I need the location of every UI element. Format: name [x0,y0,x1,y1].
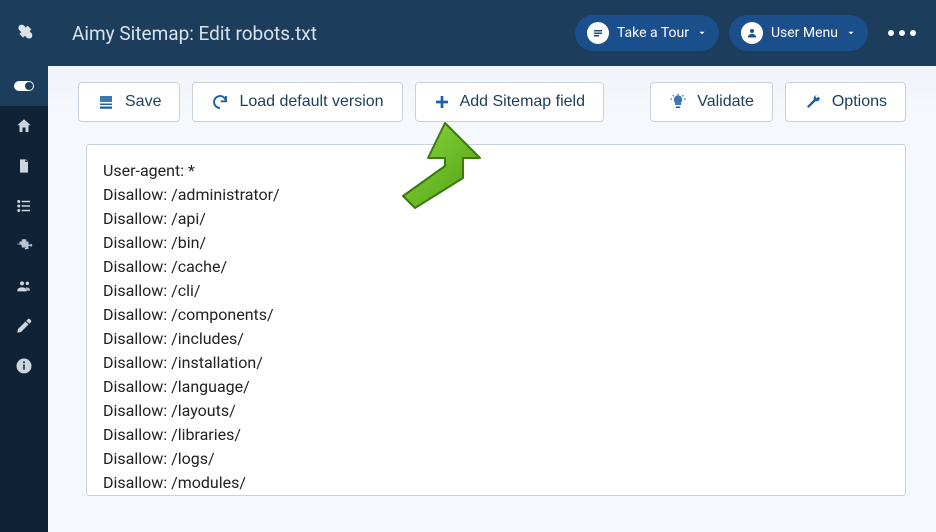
header-bar: Aimy Sitemap: Edit robots.txt Take a Tou… [0,0,936,66]
take-tour-button[interactable]: Take a Tour [575,15,719,51]
lightbulb-icon [669,93,687,111]
load-default-label: Load default version [239,93,383,111]
sidebar-item-system[interactable] [0,306,48,346]
take-tour-label: Take a Tour [617,25,689,41]
sidebar [0,66,48,532]
joomla-logo [0,0,48,66]
refresh-icon [211,93,229,111]
save-button[interactable]: Save [78,82,180,122]
more-menu-button[interactable] [888,30,916,36]
sidebar-item-menus[interactable] [0,186,48,226]
add-sitemap-button[interactable]: Add Sitemap field [415,82,604,122]
options-button[interactable]: Options [785,82,906,122]
sidebar-item-content[interactable] [0,146,48,186]
add-sitemap-label: Add Sitemap field [460,93,585,111]
chevron-down-icon [697,28,707,38]
content-area [48,144,936,520]
toolbar: Save Load default version Add Sitemap fi… [48,66,936,144]
plus-icon [434,94,450,110]
validate-button[interactable]: Validate [650,82,773,122]
tour-icon [587,22,609,44]
user-icon [741,22,763,44]
sidebar-item-users[interactable] [0,266,48,306]
sidebar-item-components[interactable] [0,226,48,266]
save-label: Save [125,93,161,111]
load-default-button[interactable]: Load default version [192,82,402,122]
main-area: Save Load default version Add Sitemap fi… [48,66,936,532]
wrench-icon [804,93,822,111]
sidebar-toggle[interactable] [0,66,48,106]
page-title: Aimy Sitemap: Edit robots.txt [72,22,565,45]
chevron-down-icon [846,28,856,38]
robots-txt-editor[interactable] [86,144,906,496]
validate-label: Validate [697,93,754,111]
user-menu-label: User Menu [771,25,838,41]
save-icon [97,93,115,111]
options-label: Options [832,93,887,111]
sidebar-item-home[interactable] [0,106,48,146]
user-menu-button[interactable]: User Menu [729,15,868,51]
sidebar-item-help[interactable] [0,346,48,386]
